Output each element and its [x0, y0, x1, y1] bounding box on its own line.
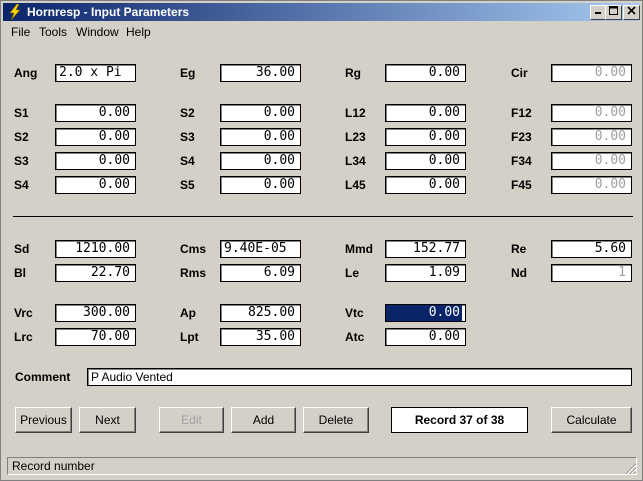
label-bl: Bl [14, 266, 26, 280]
field-l12[interactable]: 0.00 [385, 104, 466, 122]
delete-button[interactable]: Delete [303, 407, 369, 433]
label-l45: L45 [345, 178, 366, 192]
status-bar: Record number [7, 457, 637, 475]
label-s2: S2 [180, 106, 195, 120]
menu-file[interactable]: File [11, 25, 30, 39]
next-button[interactable]: Next [79, 407, 136, 433]
field-l45[interactable]: 0.00 [385, 176, 466, 194]
field-s5[interactable]: 0.00 [220, 176, 301, 194]
field-sd[interactable]: 1210.00 [55, 240, 136, 258]
field-s4-second[interactable]: 0.00 [55, 176, 136, 194]
field-comment[interactable]: P Audio Vented [87, 368, 632, 386]
label-s1: S1 [14, 106, 29, 120]
label-atc: Atc [345, 330, 365, 344]
close-button[interactable] [623, 5, 640, 20]
window-title: Hornresp - Input Parameters [27, 5, 190, 19]
label-mmd: Mmd [345, 242, 373, 256]
maximize-icon [609, 6, 618, 15]
label-s2-second: S2 [14, 130, 29, 144]
calculate-button[interactable]: Calculate [551, 407, 632, 433]
label-re: Re [511, 242, 527, 256]
close-icon [627, 6, 636, 15]
label-cir: Cir [511, 66, 528, 80]
field-ang[interactable]: 2.0 x Pi [55, 64, 136, 82]
field-s3-second[interactable]: 0.00 [55, 152, 136, 170]
label-lpt: Lpt [180, 330, 199, 344]
field-rms[interactable]: 6.09 [220, 264, 301, 282]
label-lrc: Lrc [14, 330, 33, 344]
label-l23: L23 [345, 130, 366, 144]
field-l23[interactable]: 0.00 [385, 128, 466, 146]
field-re[interactable]: 5.60 [551, 240, 632, 258]
lightning-icon [9, 4, 21, 20]
record-indicator: Record 37 of 38 [391, 407, 528, 433]
label-f45: F45 [511, 178, 532, 192]
label-s4-second: S4 [14, 178, 29, 192]
add-button[interactable]: Add [231, 407, 296, 433]
field-mmd[interactable]: 152.77 [385, 240, 466, 258]
minimize-icon [595, 12, 601, 14]
label-sd: Sd [14, 242, 30, 256]
label-vrc: Vrc [14, 306, 33, 320]
label-s3: S3 [180, 130, 195, 144]
label-f34: F34 [511, 154, 532, 168]
field-s3[interactable]: 0.00 [220, 128, 301, 146]
section-divider [13, 216, 633, 217]
label-l34: L34 [345, 154, 366, 168]
edit-button: Edit [159, 407, 224, 433]
field-atc[interactable]: 0.00 [385, 328, 466, 346]
label-s5: S5 [180, 178, 195, 192]
field-nd: 1 [551, 264, 632, 282]
label-eg: Eg [180, 66, 196, 80]
label-s4: S4 [180, 154, 195, 168]
field-s2-second[interactable]: 0.00 [55, 128, 136, 146]
field-s2[interactable]: 0.00 [220, 104, 301, 122]
field-s4[interactable]: 0.00 [220, 152, 301, 170]
label-cms: Cms [180, 242, 207, 256]
menu-tools[interactable]: Tools [39, 25, 67, 39]
field-vtc[interactable]: 0.00 [385, 304, 466, 322]
label-rms: Rms [180, 266, 207, 280]
label-ap: Ap [180, 306, 196, 320]
label-le: Le [345, 266, 360, 280]
main-window: Hornresp - Input Parameters File Tools W… [0, 0, 643, 481]
field-rg[interactable]: 0.00 [385, 64, 466, 82]
field-l34[interactable]: 0.00 [385, 152, 466, 170]
label-comment: Comment [15, 370, 71, 384]
field-cir: 0.00 [551, 64, 632, 82]
field-f34: 0.00 [551, 152, 632, 170]
field-cms[interactable]: 9.40E-05 [220, 240, 301, 258]
label-nd: Nd [511, 266, 527, 280]
label-f12: F12 [511, 106, 532, 120]
resize-grip-icon[interactable] [625, 463, 637, 475]
label-l12: L12 [345, 106, 366, 120]
previous-button[interactable]: Previous [15, 407, 72, 433]
field-f23: 0.00 [551, 128, 632, 146]
field-f12: 0.00 [551, 104, 632, 122]
field-s1[interactable]: 0.00 [55, 104, 136, 122]
menu-help[interactable]: Help [126, 25, 151, 39]
maximize-button[interactable] [605, 5, 622, 20]
field-vtc-selected-text: 0.00 [386, 305, 462, 321]
field-lrc[interactable]: 70.00 [55, 328, 136, 346]
menu-window[interactable]: Window [76, 25, 119, 39]
field-vrc[interactable]: 300.00 [55, 304, 136, 322]
label-rg: Rg [345, 66, 361, 80]
field-ap[interactable]: 825.00 [220, 304, 301, 322]
field-bl[interactable]: 22.70 [55, 264, 136, 282]
field-lpt[interactable]: 35.00 [220, 328, 301, 346]
label-ang: Ang [14, 66, 38, 80]
label-vtc: Vtc [345, 306, 364, 320]
label-s3-second: S3 [14, 154, 29, 168]
field-f45: 0.00 [551, 176, 632, 194]
label-f23: F23 [511, 130, 532, 144]
title-bar[interactable]: Hornresp - Input Parameters [3, 3, 640, 21]
field-eg[interactable]: 36.00 [220, 64, 301, 82]
field-le[interactable]: 1.09 [385, 264, 466, 282]
